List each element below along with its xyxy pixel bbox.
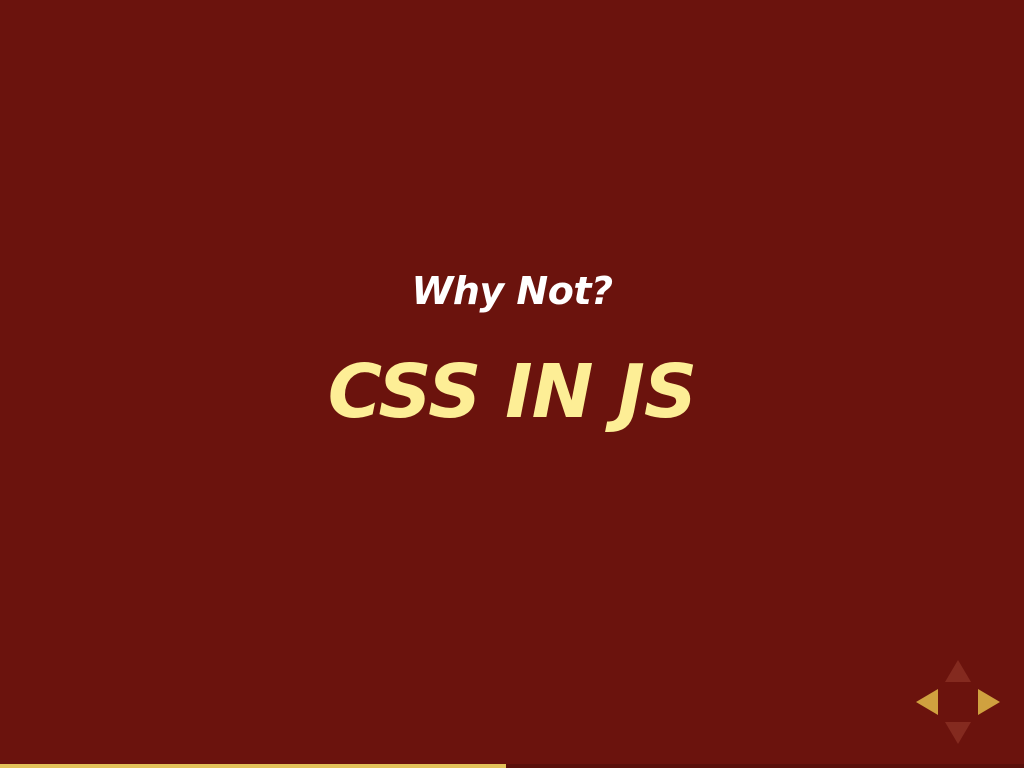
progress-bar-fill xyxy=(0,764,506,768)
slide-title: CSS IN JS xyxy=(327,349,697,435)
navigation-controls xyxy=(910,656,1006,748)
arrow-down-icon[interactable] xyxy=(945,722,971,744)
slide-subtitle: Why Not? xyxy=(411,269,613,313)
arrow-left-icon[interactable] xyxy=(916,689,938,715)
arrow-right-icon[interactable] xyxy=(978,689,1000,715)
slide: Why Not? CSS IN JS xyxy=(0,0,1024,768)
arrow-up-icon[interactable] xyxy=(945,660,971,682)
progress-bar xyxy=(0,764,1024,768)
